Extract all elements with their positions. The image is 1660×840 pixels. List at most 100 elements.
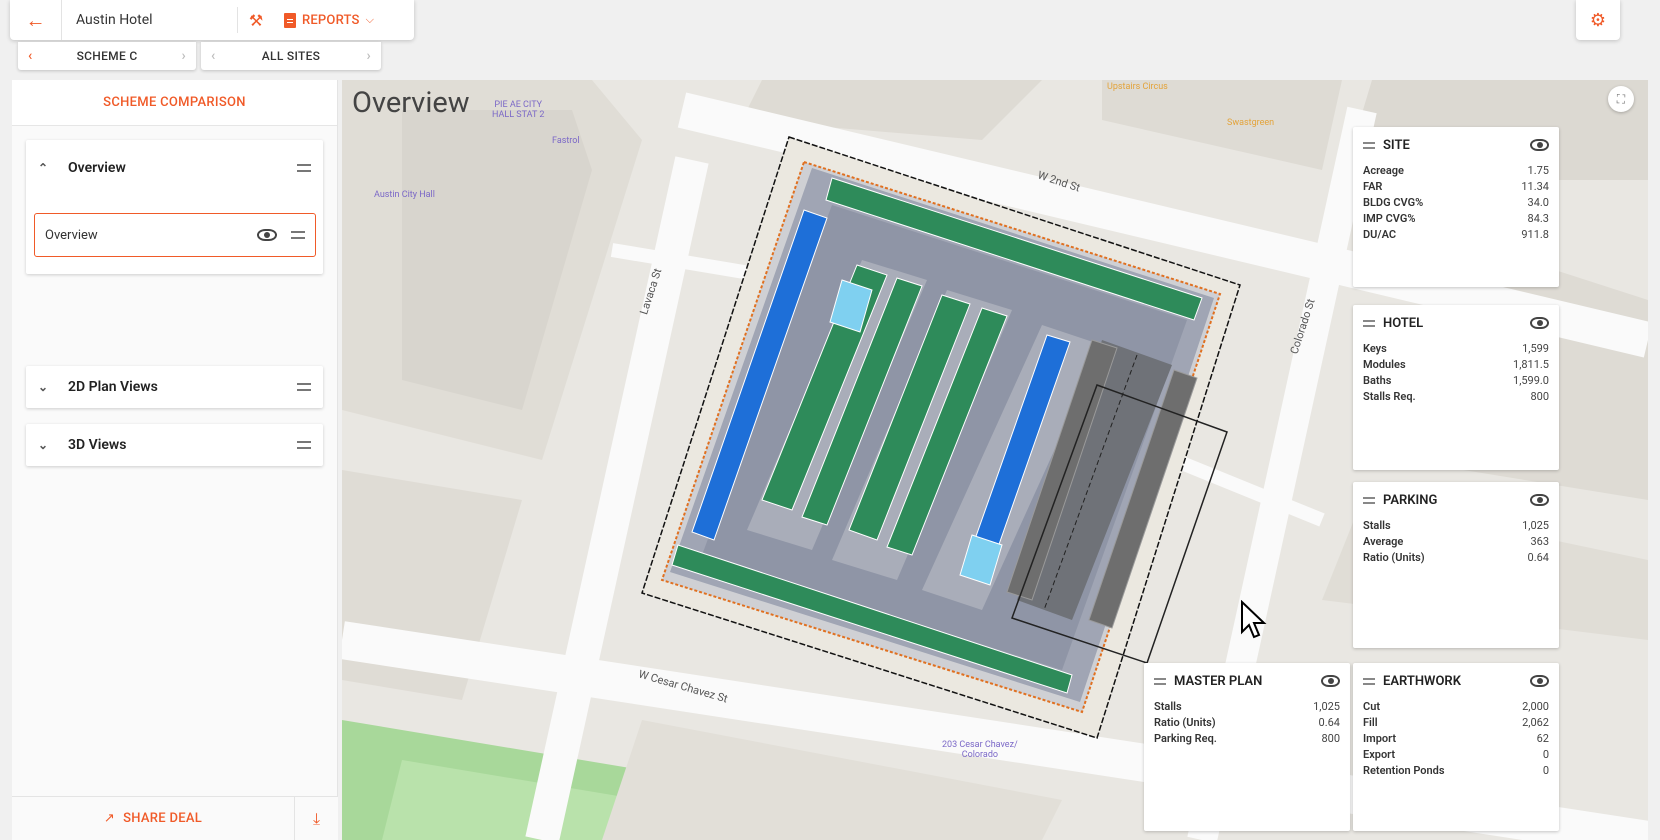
row-key: Import xyxy=(1363,732,1397,745)
row-value: 84.3 xyxy=(1527,212,1549,225)
eye-icon[interactable] xyxy=(1530,494,1549,506)
section-2d-plan-views: ⌄ 2D Plan Views xyxy=(26,366,323,408)
drag-handle-icon[interactable] xyxy=(291,231,305,239)
section-2d-plan-views-header[interactable]: ⌄ 2D Plan Views xyxy=(26,366,323,408)
drag-handle-icon[interactable] xyxy=(1363,677,1375,685)
row-key: FAR xyxy=(1363,180,1383,193)
site-selector: ‹ ALL SITES › xyxy=(201,42,381,70)
section-overview-label: Overview xyxy=(68,160,126,176)
row-value: 1,599 xyxy=(1522,342,1549,355)
poi-fastrol[interactable]: Fastrol xyxy=(552,136,580,146)
master-plan-card-title: MASTER PLAN xyxy=(1174,673,1263,689)
row-value: 1,811.5 xyxy=(1513,358,1549,371)
row-key: Average xyxy=(1363,535,1404,548)
row-value: 2,000 xyxy=(1522,700,1549,713)
row-key: Stalls xyxy=(1154,700,1182,713)
poi-203-cesar-chavez[interactable]: 203 Cesar Chavez/ Colorado xyxy=(942,740,1018,760)
row-key: Parking Req. xyxy=(1154,732,1217,745)
drag-handle-icon[interactable] xyxy=(1363,319,1375,327)
panel-title: SCHEME COMPARISON xyxy=(12,80,337,126)
download-button[interactable]: ⤓ xyxy=(294,796,338,840)
poi-upstairs-circus[interactable]: Upstairs Circus xyxy=(1107,82,1168,92)
poi-swastgreen[interactable]: Swastgreen xyxy=(1227,118,1274,128)
row-value: 0 xyxy=(1542,764,1549,777)
tools-button[interactable]: ⚒ xyxy=(238,0,274,40)
section-3d-views-header[interactable]: ⌄ 3D Views xyxy=(26,424,323,466)
parking-card: PARKING Stalls 1,025 Average 363 Ratio (Un… xyxy=(1353,482,1559,648)
prev-scheme-icon[interactable]: ‹ xyxy=(28,48,33,64)
section-overview: ⌃ Overview Overview xyxy=(26,140,323,274)
site-card-title: SITE xyxy=(1383,137,1410,153)
row-key: Ratio (Units) xyxy=(1154,716,1216,729)
next-scheme-icon[interactable]: › xyxy=(181,48,186,64)
row-key: Keys xyxy=(1363,342,1387,355)
prev-site-icon[interactable]: ‹ xyxy=(211,48,216,64)
fit-icon: ⛶ xyxy=(1616,91,1626,106)
top-toolbar: ← Austin Hotel ⚒ REPORTS ⌵ xyxy=(10,0,414,40)
eye-icon[interactable] xyxy=(1530,317,1549,329)
row-key: Ratio (Units) xyxy=(1363,551,1425,564)
section-3d-views-label: 3D Views xyxy=(68,437,127,453)
share-deal-label: SHARE DEAL xyxy=(123,811,203,826)
drag-handle-icon[interactable] xyxy=(1154,677,1166,685)
row-key: Stalls xyxy=(1363,519,1391,532)
drag-handle-icon[interactable] xyxy=(1363,141,1375,149)
row-value: 0.64 xyxy=(1318,716,1340,729)
row-value: 11.34 xyxy=(1521,180,1549,193)
row-key: IMP CVG% xyxy=(1363,212,1416,225)
hotel-card-title: HOTEL xyxy=(1383,315,1424,331)
gear-icon: ⚙ xyxy=(1589,9,1607,31)
mouse-cursor-icon xyxy=(1241,600,1267,639)
settings-button[interactable]: ⚙ xyxy=(1576,0,1620,40)
row-value: 800 xyxy=(1530,390,1549,403)
row-key: Baths xyxy=(1363,374,1392,387)
share-deal-button[interactable]: ↗ SHARE DEAL xyxy=(12,811,294,826)
row-key: DU/AC xyxy=(1363,228,1397,241)
eye-icon[interactable] xyxy=(1530,675,1549,687)
poi-pie-ae[interactable]: PIE AE CITY HALL STAT 2 xyxy=(492,100,544,120)
row-value: 0.64 xyxy=(1527,551,1549,564)
earthwork-card-title: EARTHWORK xyxy=(1383,673,1461,689)
tools-icon: ⚒ xyxy=(248,10,264,30)
row-key: Acreage xyxy=(1363,164,1404,177)
row-value: 1,599.0 xyxy=(1513,374,1549,387)
row-value: 0 xyxy=(1542,748,1549,761)
row-key: Cut xyxy=(1363,700,1381,713)
row-value: 1,025 xyxy=(1313,700,1340,713)
share-icon: ↗ xyxy=(103,811,116,826)
row-value: 62 xyxy=(1536,732,1549,745)
drag-handle-icon[interactable] xyxy=(297,383,311,391)
drag-handle-icon[interactable] xyxy=(1363,496,1375,504)
row-value: 1,025 xyxy=(1522,519,1549,532)
next-site-icon[interactable]: › xyxy=(366,48,371,64)
overview-view-label: Overview xyxy=(45,227,98,243)
section-overview-header[interactable]: ⌃ Overview xyxy=(26,140,323,196)
drag-handle-icon[interactable] xyxy=(297,441,311,449)
fit-view-button[interactable]: ⛶ xyxy=(1608,86,1634,112)
row-value: 363 xyxy=(1530,535,1549,548)
map-canvas[interactable]: Overview ⛶ W 2nd St Lavaca St Colorado S… xyxy=(342,80,1648,840)
back-button[interactable]: ← xyxy=(10,0,62,40)
reports-button[interactable]: REPORTS ⌵ xyxy=(274,12,374,28)
row-value: 800 xyxy=(1321,732,1340,745)
arrow-left-icon: ← xyxy=(25,7,46,32)
drag-handle-icon[interactable] xyxy=(297,164,311,172)
row-key: Fill xyxy=(1363,716,1378,729)
poi-austin-city-hall[interactable]: Austin City Hall xyxy=(374,190,435,200)
row-key: Retention Ponds xyxy=(1363,764,1445,777)
row-value: 34.0 xyxy=(1527,196,1549,209)
eye-icon[interactable] xyxy=(257,229,277,241)
chevron-down-icon: ⌄ xyxy=(38,380,49,394)
scheme-selector: ‹ SCHEME C › xyxy=(18,42,196,70)
parking-card-title: PARKING xyxy=(1383,492,1438,508)
eye-icon[interactable] xyxy=(1530,139,1549,151)
eye-icon[interactable] xyxy=(1321,675,1340,687)
overview-view-item[interactable]: Overview xyxy=(34,213,316,257)
hotel-card: HOTEL Keys 1,599 Modules 1,811.5 Baths 1,59… xyxy=(1353,305,1559,470)
project-name: Austin Hotel xyxy=(62,7,238,33)
scheme-label: SCHEME C xyxy=(76,49,138,63)
sites-label: ALL SITES xyxy=(261,49,321,63)
row-key: Modules xyxy=(1363,358,1406,371)
row-value: 1.75 xyxy=(1527,164,1549,177)
row-value: 2,062 xyxy=(1522,716,1549,729)
